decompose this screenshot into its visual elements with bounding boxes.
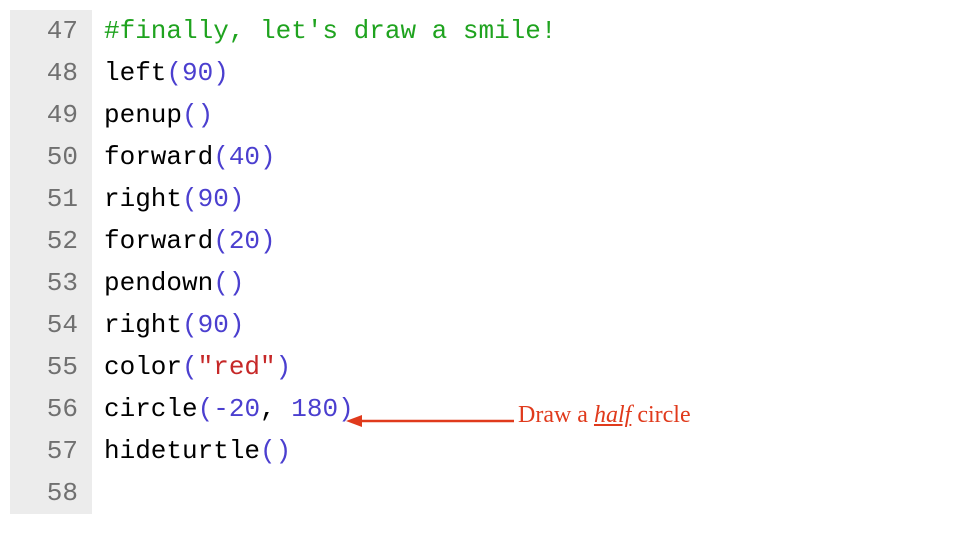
number-token: 180 [291,394,338,424]
line-number: 57 [10,430,92,472]
code-line[interactable]: 56 circle(-20, 180) [10,388,950,430]
code-line[interactable]: 57 hideturtle() [10,430,950,472]
paren-token: ( [213,226,229,256]
number-token: 90 [182,58,213,88]
code-line[interactable]: 55 color("red") [10,346,950,388]
number-token: 40 [229,142,260,172]
code-line[interactable]: 52 forward(20) [10,220,950,262]
function-token: penup [104,100,182,130]
code-content: color("red") [92,352,291,382]
paren-token: ) [276,436,292,466]
function-token: hideturtle [104,436,260,466]
number-token: 90 [198,184,229,214]
code-content: right(90) [92,310,244,340]
code-line[interactable]: 51 right(90) [10,178,950,220]
paren-token: ) [229,184,245,214]
code-content: penup() [92,100,213,130]
code-line[interactable]: 47 #finally, let's draw a smile! [10,10,950,52]
code-line[interactable]: 53 pendown() [10,262,950,304]
line-number: 47 [10,10,92,52]
code-editor: 47 #finally, let's draw a smile! 48 left… [10,10,950,514]
code-line[interactable]: 49 penup() [10,94,950,136]
code-content: right(90) [92,184,244,214]
function-token: forward [104,226,213,256]
code-content: forward(40) [92,142,276,172]
separator-token: , [260,394,291,424]
code-line[interactable]: 58 [10,472,950,514]
paren-token: ( [182,310,198,340]
line-number: 50 [10,136,92,178]
function-token: pendown [104,268,213,298]
code-line[interactable]: 54 right(90) [10,304,950,346]
string-token: "red" [198,352,276,382]
line-number: 49 [10,94,92,136]
function-token: color [104,352,182,382]
paren-token: ) [198,100,214,130]
paren-token: ) [260,226,276,256]
code-line[interactable]: 48 left(90) [10,52,950,94]
code-content: #finally, let's draw a smile! [92,16,556,46]
line-number: 53 [10,262,92,304]
function-token: right [104,184,182,214]
paren-token: ( [213,268,229,298]
number-token: -20 [213,394,260,424]
paren-token: ( [260,436,276,466]
line-number: 56 [10,388,92,430]
paren-token: ( [182,184,198,214]
paren-token: ( [182,352,198,382]
paren-token: ) [213,58,229,88]
code-content: pendown() [92,268,244,298]
comment-token: #finally, let's draw a smile! [104,16,556,46]
code-content: hideturtle() [92,436,291,466]
paren-token: ( [198,394,214,424]
paren-token: ) [229,310,245,340]
code-content: left(90) [92,58,229,88]
paren-token: ( [213,142,229,172]
code-content: forward(20) [92,226,276,256]
paren-token: ) [338,394,354,424]
line-number: 51 [10,178,92,220]
function-token: circle [104,394,198,424]
function-token: forward [104,142,213,172]
number-token: 20 [229,226,260,256]
code-content: circle(-20, 180) [92,394,354,424]
paren-token: ) [276,352,292,382]
code-line[interactable]: 50 forward(40) [10,136,950,178]
paren-token: ) [260,142,276,172]
line-number: 58 [10,472,92,514]
function-token: right [104,310,182,340]
line-number: 54 [10,304,92,346]
line-number: 52 [10,220,92,262]
function-token: left [104,58,166,88]
paren-token: ( [166,58,182,88]
line-number: 48 [10,52,92,94]
number-token: 90 [198,310,229,340]
line-number: 55 [10,346,92,388]
paren-token: ) [229,268,245,298]
paren-token: ( [182,100,198,130]
